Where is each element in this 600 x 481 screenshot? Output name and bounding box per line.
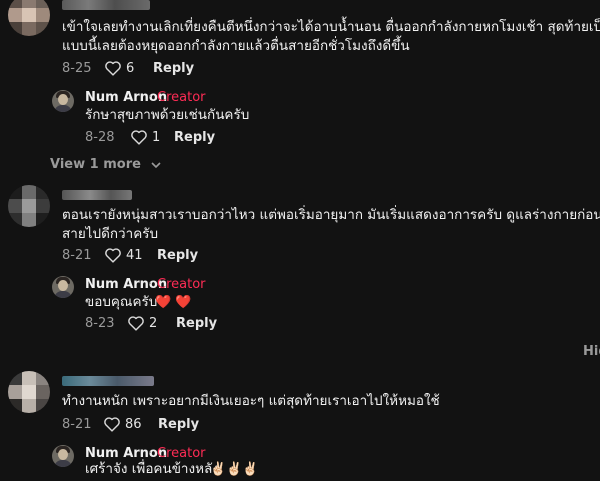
reply-date: 8-23	[85, 316, 115, 331]
heart-outline-icon[interactable]	[103, 416, 121, 432]
comment-date: 8-21	[62, 417, 92, 432]
hide-replies-button[interactable]: Hid	[583, 344, 600, 359]
view-more-replies[interactable]: View 1 more	[50, 157, 162, 172]
reply-button[interactable]: Reply	[157, 248, 198, 263]
name-separator: ·	[148, 90, 153, 105]
creator-name[interactable]: Num Arnon	[85, 90, 167, 105]
like-count: 6	[126, 61, 135, 76]
reply-date: 8-28	[85, 130, 115, 145]
name-separator: ·	[148, 277, 153, 292]
like-count: 2	[149, 316, 158, 331]
heart-outline-icon[interactable]	[104, 247, 122, 263]
comment-text: ทำงานหนัก เพราะอยากมีเงินเยอะๆ แต่สุดท้า…	[62, 393, 440, 409]
reply-button[interactable]: Reply	[176, 316, 217, 331]
like-count: 41	[126, 248, 143, 263]
heart-outline-icon[interactable]	[130, 129, 148, 145]
chevron-down-icon	[151, 161, 162, 168]
creator-badge: Creator	[157, 90, 206, 105]
heart-outline-icon[interactable]	[127, 315, 145, 331]
comment-text: แบบนี้เลยต้องหยุดออกกำลังกายแล้วตื่นสายอ…	[62, 38, 410, 54]
reply-text: รักษาสุขภาพด้วยเช่นกันครับ	[85, 107, 250, 123]
creator-badge: Creator	[157, 277, 206, 292]
comment-text: ตอนเรายังหนุ่มสาวเราบอกว่าไหว แต่พอเริ่ม…	[62, 207, 600, 223]
commenter-avatar[interactable]	[8, 0, 50, 36]
comment-text: เข้าใจเลยทำงานเลิกเที่ยงคืนตีหนึ่งกว่าจะ…	[62, 19, 600, 35]
reply-text: ขอบคุณครับ	[85, 294, 158, 310]
comment-date: 8-21	[62, 248, 92, 263]
commenter-avatar[interactable]	[8, 371, 50, 413]
creator-avatar[interactable]	[52, 445, 74, 467]
commenter-name-blurred[interactable]	[62, 376, 154, 386]
creator-avatar[interactable]	[52, 276, 74, 298]
reply-text: เศร้าจัง เพื่อคนข้างหลัง	[85, 461, 219, 477]
like-count: 86	[125, 417, 142, 432]
reply-button[interactable]: Reply	[158, 417, 199, 432]
reply-button[interactable]: Reply	[174, 130, 215, 145]
victory-hand-emoji: ✌🏻✌🏻✌🏻	[210, 462, 259, 477]
like-count: 1	[152, 130, 161, 145]
heart-emoji: ❤️ ❤️	[155, 295, 192, 310]
comment-date: 8-25	[62, 61, 92, 76]
creator-name[interactable]: Num Arnon	[85, 277, 167, 292]
commenter-name-blurred[interactable]	[62, 0, 150, 10]
reply-button[interactable]: Reply	[153, 61, 194, 76]
view-more-label: View 1 more	[50, 157, 141, 172]
creator-avatar[interactable]	[52, 90, 74, 112]
comment-text: สายไปดีกว่าครับ	[62, 226, 159, 242]
heart-outline-icon[interactable]	[104, 60, 122, 76]
commenter-avatar[interactable]	[8, 185, 50, 227]
commenter-name-blurred[interactable]	[62, 190, 132, 200]
